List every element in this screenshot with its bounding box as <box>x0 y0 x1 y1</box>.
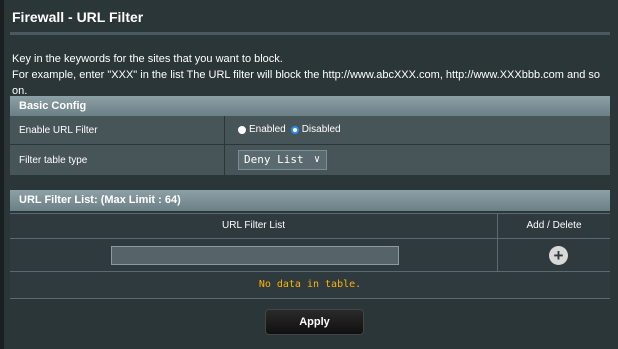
page-description: Key in the keywords for the sites that y… <box>12 51 612 99</box>
url-filter-table-header: URL Filter List Add / Delete <box>10 213 610 238</box>
enabled-radio[interactable] <box>238 125 246 134</box>
url-filter-list-heading: URL Filter List: (Max Limit : 64) <box>10 190 610 211</box>
filter-table-type-label: Filter table type <box>19 155 88 166</box>
page-title: Firewall - URL Filter <box>12 9 144 25</box>
filter-table-type-value: Deny List <box>244 153 304 166</box>
apply-button[interactable]: Apply <box>265 309 364 335</box>
description-line-1: Key in the keywords for the sites that y… <box>12 53 283 65</box>
add-icon[interactable]: + <box>549 246 568 265</box>
column-divider <box>497 239 498 271</box>
enable-url-filter-label: Enable URL Filter <box>19 125 98 136</box>
enable-radio-group: Enabled Disabled <box>238 124 346 135</box>
row-separator <box>224 145 225 176</box>
enable-url-filter-row: Enable URL Filter Enabled Disabled <box>10 116 610 145</box>
empty-table-message: No data in table. <box>258 279 362 290</box>
page-frame: Firewall - URL Filter Key in the keyword… <box>0 0 618 349</box>
title-divider <box>10 32 610 35</box>
row-separator <box>224 116 225 145</box>
empty-table-row: No data in table. <box>10 272 610 299</box>
url-filter-input-row: + <box>10 238 610 272</box>
disabled-radio-label[interactable]: Disabled <box>302 124 341 135</box>
url-filter-input[interactable] <box>111 246 399 265</box>
basic-config-heading: Basic Config <box>10 96 610 116</box>
window-edge <box>0 0 4 349</box>
disabled-radio[interactable] <box>290 125 299 134</box>
filter-table-type-select[interactable]: Deny List ∨ <box>238 150 327 170</box>
chevron-down-icon: ∨ <box>313 154 320 165</box>
filter-table-type-row: Filter table type Deny List ∨ <box>10 145 610 176</box>
column-header-add-delete: Add / Delete <box>526 220 582 231</box>
enabled-radio-label[interactable]: Enabled <box>249 124 286 135</box>
column-header-url: URL Filter List <box>222 220 285 231</box>
description-line-2: For example, enter "XXX" in the list The… <box>12 69 601 97</box>
